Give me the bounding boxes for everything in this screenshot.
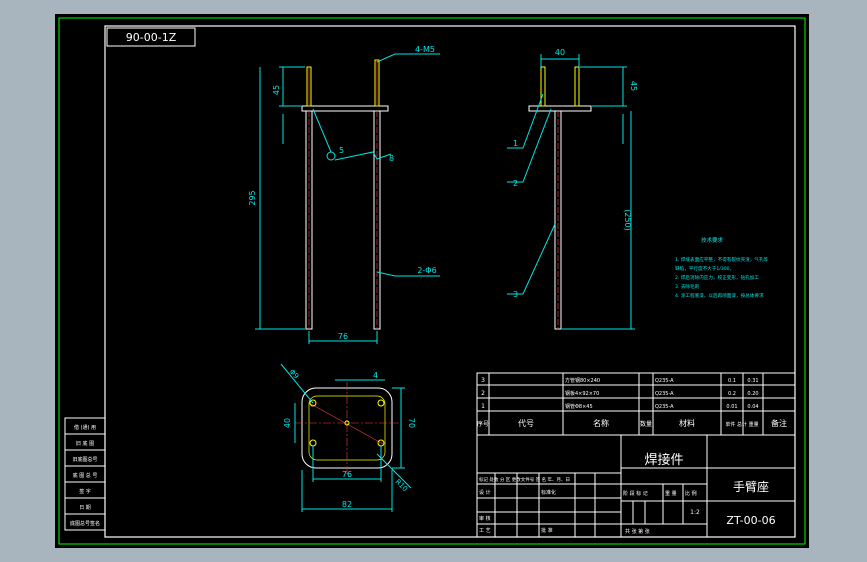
strip-label: 底 图 总 号 [73, 472, 98, 479]
number-box-text: 90-00-1Z [126, 31, 177, 44]
title-row-mark: 标记 处数 分 区 更改文件号 签 名 年、月、日 [479, 476, 570, 483]
drawing-sheet: 90-00-1Z 借 (通) 用 旧 底 图 旧底图总号 底 图 总 号 签 字… [58, 17, 806, 545]
bom-cell: 0.04 [747, 404, 758, 410]
bom-header: 名称 [593, 418, 609, 428]
title-scale-label: 比 例 [685, 490, 697, 497]
title-review: 审 核 [479, 515, 491, 522]
cad-drawing-canvas[interactable]: 90-00-1Z 借 (通) 用 旧 底 图 旧底图总号 底 图 总 号 签 字… [55, 14, 809, 548]
side-bolt-left [540, 66, 546, 107]
title-design: 设 计 [479, 489, 491, 496]
strip-label: 底图总号签名 [70, 520, 100, 527]
strip-label: 借 (通) 用 [74, 424, 96, 431]
side-bolt-right [574, 66, 580, 107]
title-stage: 阶 段 标 记 [623, 490, 648, 497]
bom-header: 单件 总计 重量 [725, 421, 758, 428]
tech-note-line: 3. 去除毛刺 [675, 283, 700, 290]
title-weight: 重 量 [665, 490, 677, 497]
bom-cell: 钢板4×92×70 [565, 390, 599, 397]
bom-cell: 1 [481, 403, 485, 410]
front-view[interactable]: 45 295 76 4-M5 5 8 2-Φ6 [248, 45, 440, 344]
side-view[interactable]: 40 45 (250) 1 2 3 [507, 48, 638, 330]
bom-table[interactable]: 3 方管钢80×240 Q235-A 0.1 0.31 2 钢板4×92×70 … [476, 372, 796, 436]
bom-header: 备注 [771, 418, 787, 428]
title-approve: 批 准 [541, 527, 553, 534]
bom-cell: 0.1 [728, 378, 736, 384]
dim-40-plan: 40 [283, 418, 292, 428]
strip-label: 签 字 [79, 488, 91, 495]
assembly-name: 手臂座 [733, 479, 769, 494]
strip-label: 旧 底 图 [76, 440, 94, 447]
bom-cell: 钢管Φ8×45 [565, 403, 593, 410]
balloon-3: 3 [513, 290, 518, 299]
bom-cell: 2 [481, 390, 485, 397]
title-process: 工 艺 [479, 528, 491, 534]
balloon-5-label: 5 [339, 146, 344, 155]
tech-note-line: 2. 焊后消除内应力，校正变形，钻孔加工 [675, 274, 759, 281]
hole-bl [309, 439, 317, 447]
dim-45-side: 45 [629, 81, 638, 91]
dim-76: 76 [338, 332, 348, 341]
tech-notes-title: 技术要求 [701, 236, 724, 244]
bom-header: 代号 [518, 418, 534, 428]
bom-header: 数量 [640, 420, 652, 428]
dim-d9: Φ9 [288, 368, 301, 381]
bom-cell: 0.31 [747, 378, 758, 384]
bom-cell: Q235-A [655, 391, 674, 397]
plan-view[interactable]: Φ9 4 40 70 76 82 R10 [280, 363, 416, 512]
part-name: 焊接件 [644, 452, 683, 468]
dim-45: 45 [272, 85, 281, 95]
bom-cell: 3 [481, 377, 485, 384]
drawing-number: ZT-00-06 [726, 514, 775, 527]
dim-r10: R10 [394, 478, 409, 493]
dim-250: (250) [623, 209, 632, 231]
bom-header: 序号 [477, 420, 489, 428]
strip-label: 旧底图总号 [72, 456, 97, 463]
note-2d6: 2-Φ6 [417, 266, 436, 275]
dim-76-plan: 76 [342, 470, 352, 479]
balloon-5 [326, 151, 336, 161]
dim-40: 40 [555, 48, 565, 57]
bom-cell: 方管钢80×240 [565, 377, 600, 384]
tech-note-line: 缺陷，平行度不大于1/300。 [675, 265, 734, 272]
scale-value: 1:2 [690, 509, 700, 516]
bom-cell: 0.2 [728, 391, 736, 397]
balloon-2: 2 [513, 179, 518, 188]
tech-note-line: 1. 焊缝表面应平整，不得有裂纹夹渣，气孔等 [675, 256, 769, 263]
tech-note-line: 4. 涂工程底漆，以后再喷面漆，按总体要求 [675, 292, 764, 299]
balloon-1: 1 [513, 139, 518, 148]
bom-cell: Q235-A [655, 378, 674, 384]
label-8: 8 [389, 154, 394, 163]
front-top-plate [301, 105, 389, 112]
bom-cell: 0.20 [747, 391, 758, 397]
left-strip: 借 (通) 用 旧 底 图 旧底图总号 底 图 总 号 签 字 日 期 底图总号… [64, 417, 106, 531]
title-block[interactable]: 焊接件 手臂座 ZT-00-06 1:2 标记 处数 分 区 更改文件号 签 名… [476, 434, 796, 538]
bom-header: 材料 [679, 418, 695, 428]
dim-82: 82 [342, 500, 352, 509]
strip-label: 日 期 [79, 505, 91, 511]
dim-70: 70 [407, 418, 416, 428]
dim-295: 295 [248, 190, 257, 205]
inner-frame [104, 25, 796, 538]
dim-4: 4 [373, 371, 378, 380]
tech-notes: 技术要求 1. 焊缝表面应平整，不得有裂纹夹渣，气孔等 缺陷，平行度不大于1/3… [675, 236, 769, 299]
hole-tr [377, 399, 385, 407]
title-standardize: 标准化 [541, 489, 556, 496]
title-sheets: 共 张 第 张 [625, 528, 650, 535]
bom-cell: 0.01 [726, 404, 737, 410]
note-4m5: 4-M5 [415, 45, 435, 54]
bom-cell: Q235-A [655, 404, 674, 410]
outer-border [58, 17, 806, 545]
